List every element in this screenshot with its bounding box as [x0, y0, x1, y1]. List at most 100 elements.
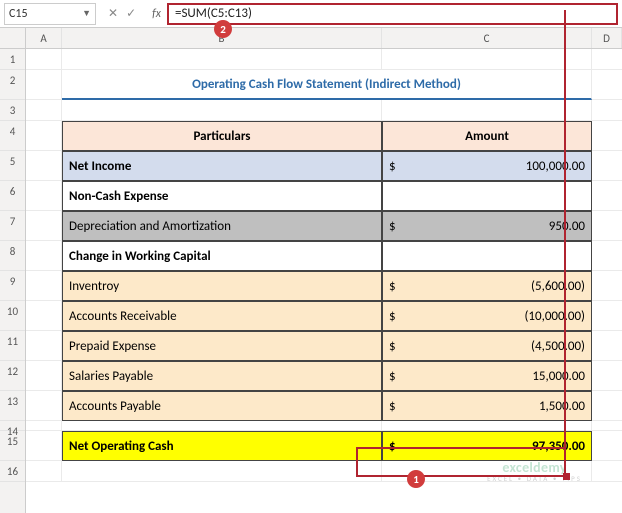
cell[interactable]	[592, 49, 622, 70]
amount-depreciation[interactable]: $950.00	[382, 211, 592, 241]
row-header[interactable]: 9	[0, 271, 25, 301]
label-noncash[interactable]: Non-Cash Expense	[62, 181, 382, 211]
cell[interactable]	[26, 100, 62, 121]
amount-salaries[interactable]: $15,000.00	[382, 361, 592, 391]
row-header[interactable]: 16	[0, 461, 25, 482]
cell[interactable]	[26, 391, 62, 421]
row-header[interactable]: 8	[0, 241, 25, 271]
cell[interactable]	[26, 151, 62, 181]
value: 1,500.00	[396, 399, 585, 414]
col-header[interactable]: C	[382, 28, 592, 48]
callout-badge-1: 1	[407, 470, 425, 488]
cell[interactable]	[592, 211, 622, 241]
cell[interactable]	[26, 431, 62, 461]
row-header[interactable]: 1	[0, 49, 25, 70]
cell[interactable]	[26, 271, 62, 301]
cell[interactable]	[26, 361, 62, 391]
cell[interactable]	[592, 70, 622, 100]
grid: A B C D Operating Cash Flow Statement (I…	[26, 28, 622, 513]
name-box[interactable]: C15 ▼	[4, 3, 96, 25]
cell[interactable]	[26, 211, 62, 241]
amount-net-op[interactable]: $97,350.00	[382, 431, 592, 461]
row-header[interactable]: 6	[0, 181, 25, 211]
row-header[interactable]: 2	[0, 70, 25, 100]
formula-controls: ✕ ✓	[102, 6, 142, 21]
cell[interactable]	[62, 421, 382, 431]
chevron-down-icon[interactable]: ▼	[82, 8, 91, 19]
label-wc[interactable]: Change in Working Capital	[62, 241, 382, 271]
row-header[interactable]: 11	[0, 331, 25, 361]
select-all-corner[interactable]	[0, 28, 25, 49]
cell[interactable]	[26, 70, 62, 100]
currency-symbol: $	[389, 219, 396, 234]
row-header[interactable]: 14	[0, 421, 25, 431]
row-header[interactable]: 15	[0, 431, 25, 461]
row-header[interactable]: 12	[0, 361, 25, 391]
amount-noncash[interactable]	[382, 181, 592, 211]
cell[interactable]	[26, 121, 62, 151]
cell[interactable]	[592, 121, 622, 151]
amount-inventory[interactable]: $(5,600.00)	[382, 271, 592, 301]
row-header[interactable]: 5	[0, 151, 25, 181]
col-header[interactable]: D	[592, 28, 622, 48]
label-inventory[interactable]: Inventroy	[62, 271, 382, 301]
cell[interactable]	[62, 49, 382, 70]
cell[interactable]	[592, 431, 622, 461]
cells-area: Operating Cash Flow Statement (Indirect …	[26, 49, 622, 482]
cell[interactable]	[382, 421, 592, 431]
cell[interactable]	[62, 461, 382, 482]
label-salaries[interactable]: Salaries Payable	[62, 361, 382, 391]
confirm-icon[interactable]: ✓	[126, 6, 136, 21]
cell[interactable]	[592, 301, 622, 331]
cell[interactable]	[26, 301, 62, 331]
formula-bar[interactable]: =SUM(C5:C13)	[167, 3, 618, 25]
amount-ap[interactable]: $1,500.00	[382, 391, 592, 421]
amount-prepaid[interactable]: $(4,500.00)	[382, 331, 592, 361]
label-ar[interactable]: Accounts Receivable	[62, 301, 382, 331]
amount-net-income[interactable]: $100,000.00	[382, 151, 592, 181]
currency-symbol: $	[389, 399, 396, 414]
cell[interactable]	[592, 241, 622, 271]
statement-title[interactable]: Operating Cash Flow Statement (Indirect …	[62, 70, 592, 100]
header-amount[interactable]: Amount	[382, 121, 592, 151]
currency-symbol: $	[389, 159, 396, 174]
cell[interactable]	[26, 241, 62, 271]
value: 15,000.00	[396, 369, 585, 384]
cell[interactable]	[592, 271, 622, 301]
cell[interactable]	[62, 100, 382, 121]
cell[interactable]	[592, 361, 622, 391]
row-header[interactable]: 3	[0, 100, 25, 121]
currency-symbol: $	[389, 279, 396, 294]
fill-handle[interactable]	[563, 473, 570, 480]
row-header[interactable]: 13	[0, 391, 25, 421]
cell[interactable]	[382, 49, 592, 70]
cancel-icon[interactable]: ✕	[108, 6, 118, 21]
fx-icon[interactable]: fx	[152, 7, 161, 21]
cell[interactable]	[592, 421, 622, 431]
col-header[interactable]: A	[26, 28, 62, 48]
cell[interactable]	[592, 331, 622, 361]
row-header[interactable]: 4	[0, 121, 25, 151]
row-header[interactable]: 10	[0, 301, 25, 331]
label-prepaid[interactable]: Prepaid Expense	[62, 331, 382, 361]
cell[interactable]	[26, 49, 62, 70]
cell[interactable]	[382, 100, 592, 121]
cell[interactable]	[592, 100, 622, 121]
cell[interactable]	[26, 181, 62, 211]
cell[interactable]	[592, 391, 622, 421]
label-ap[interactable]: Accounts Payable	[62, 391, 382, 421]
row-header[interactable]: 7	[0, 211, 25, 241]
label-net-income[interactable]: Net Income	[62, 151, 382, 181]
cell[interactable]	[26, 421, 62, 431]
cell[interactable]	[592, 181, 622, 211]
label-net-op[interactable]: Net Operating Cash	[62, 431, 382, 461]
amount-ar[interactable]: $(10,000.00)	[382, 301, 592, 331]
label-depreciation[interactable]: Depreciation and Amortization	[62, 211, 382, 241]
amount-wc[interactable]	[382, 241, 592, 271]
header-particulars[interactable]: Particulars	[62, 121, 382, 151]
currency-symbol: $	[389, 339, 396, 354]
cell[interactable]	[592, 151, 622, 181]
cell[interactable]	[26, 331, 62, 361]
cell[interactable]	[592, 461, 622, 482]
cell[interactable]	[26, 461, 62, 482]
